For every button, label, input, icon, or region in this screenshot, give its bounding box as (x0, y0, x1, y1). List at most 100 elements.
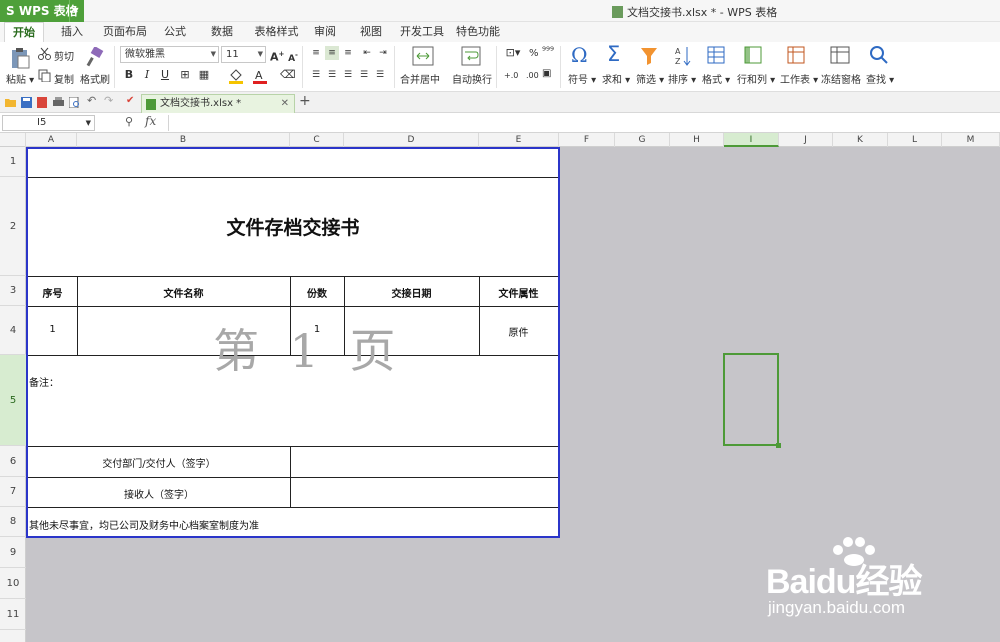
format-painter-button[interactable]: 格式刷 (80, 71, 110, 86)
redo-icon[interactable]: ↷ (104, 94, 115, 107)
column-header[interactable]: F (559, 133, 615, 147)
close-tab-icon[interactable]: ✕ (281, 95, 289, 113)
copy-button[interactable]: 复制 (54, 71, 74, 86)
number-format-icon[interactable]: ⊡▾ (503, 46, 523, 60)
font-size-select[interactable]: 11 ▼ (221, 46, 266, 63)
indent-decrease-icon[interactable]: ⇤ (360, 46, 374, 60)
align-middle-icon[interactable]: ≡ (325, 46, 339, 60)
column-header[interactable]: L (888, 133, 942, 147)
paste-button[interactable]: 粘贴 ▾ (6, 71, 34, 86)
print-preview-icon[interactable] (69, 97, 80, 108)
column-header[interactable]: H (670, 133, 724, 147)
find-button[interactable]: 查找 ▾ (866, 71, 894, 86)
column-header[interactable]: C (290, 133, 344, 147)
row-header[interactable]: 4 (0, 306, 26, 355)
sum-button[interactable]: 求和 ▾ (602, 71, 630, 86)
row-header-active[interactable]: 5 (0, 355, 26, 446)
column-header[interactable]: D (344, 133, 479, 147)
distributed-icon[interactable]: ☰ (373, 68, 387, 82)
tab-insert[interactable]: 插入 (55, 22, 89, 42)
title-bar: S WPS 表格 ▼ 文档交接书.xlsx * - WPS 表格 (0, 0, 1000, 22)
column-header[interactable]: J (779, 133, 833, 147)
percent-button[interactable]: % (529, 48, 539, 59)
row-header[interactable]: 6 (0, 446, 26, 477)
sort-button[interactable]: 排序 ▾ (668, 71, 696, 86)
symbol-button[interactable]: 符号 ▾ (568, 71, 596, 86)
decrease-decimal-button[interactable]: .00 (526, 71, 539, 80)
cell-seq[interactable]: 1 (28, 324, 77, 335)
undo-icon[interactable]: ↶ (87, 94, 98, 107)
save-icon[interactable] (21, 97, 32, 108)
worksheet-button[interactable]: 工作表 ▾ (780, 71, 818, 86)
currency-icon[interactable]: ▣ (542, 68, 551, 79)
font-name-select[interactable]: 微软雅黑 ▼ (120, 46, 219, 63)
bold-icon[interactable]: B (122, 68, 136, 82)
column-header-active[interactable]: I (724, 133, 779, 147)
row-header[interactable]: 11 (0, 599, 26, 630)
align-center-icon[interactable]: ☰ (325, 68, 339, 82)
selected-cell-i5[interactable] (723, 353, 781, 448)
tab-formulas[interactable]: 公式 (160, 22, 190, 42)
open-folder-icon[interactable] (5, 97, 16, 108)
cell-attribute[interactable]: 原件 (479, 324, 558, 339)
column-header[interactable]: G (615, 133, 670, 147)
format-button[interactable]: 格式 ▾ (702, 71, 730, 86)
cell-style-icon[interactable]: ▦ (197, 68, 211, 82)
merge-center-button[interactable]: 合并居中 (400, 71, 440, 86)
justify-icon[interactable]: ☰ (357, 68, 371, 82)
increase-font-icon[interactable]: A+ (270, 47, 284, 64)
freeze-panes-button[interactable]: 冻结窗格 (821, 71, 861, 86)
row-header[interactable]: 10 (0, 568, 26, 599)
column-header[interactable]: B (77, 133, 290, 147)
font-color-icon[interactable]: A (252, 68, 268, 84)
align-right-icon[interactable]: ☰ (341, 68, 355, 82)
insert-function-icon[interactable]: fx (145, 114, 156, 128)
tab-page-layout[interactable]: 页面布局 (100, 22, 150, 42)
row-header[interactable]: 1 (0, 147, 26, 177)
align-left-icon[interactable]: ☰ (309, 68, 323, 82)
export-pdf-icon[interactable] (37, 97, 48, 108)
indent-increase-icon[interactable]: ⇥ (376, 46, 390, 60)
new-tab-icon[interactable]: + (299, 93, 311, 109)
wps-app-menu-button[interactable]: S WPS 表格 ▼ (0, 0, 84, 22)
cut-button[interactable]: 剪切 (54, 48, 74, 63)
tab-review[interactable]: 审阅 (310, 22, 340, 42)
underline-icon[interactable]: U (158, 68, 172, 82)
decrease-font-icon[interactable]: A- (286, 48, 300, 64)
svg-text:A: A (255, 69, 263, 82)
borders-icon[interactable]: ⊞ (178, 68, 192, 82)
align-top-icon[interactable]: ≡ (309, 46, 323, 60)
document-tab[interactable]: 文档交接书.xlsx * ✕ (141, 94, 295, 113)
filter-button[interactable]: 筛选 ▾ (636, 71, 664, 86)
print-icon[interactable] (53, 97, 64, 108)
formula-input[interactable] (168, 115, 998, 131)
tab-table-style[interactable]: 表格样式 (249, 22, 304, 42)
wrap-text-button[interactable]: 自动换行 (452, 71, 492, 86)
row-header[interactable]: 9 (0, 537, 26, 568)
fill-color-icon[interactable] (228, 68, 244, 84)
name-box[interactable]: I5 ▼ (2, 115, 95, 131)
column-header[interactable]: M (942, 133, 1000, 147)
align-bottom-icon[interactable]: ≡ (341, 46, 355, 60)
row-header[interactable]: 3 (0, 276, 26, 306)
tab-special[interactable]: 特色功能 (454, 22, 502, 42)
tab-home[interactable]: 开始 (4, 22, 44, 42)
zoom-magnifier-icon[interactable]: ⚲ (125, 115, 133, 128)
tab-view[interactable]: 视图 (356, 22, 386, 42)
increase-decimal-button[interactable]: +.0 (504, 71, 518, 80)
spell-check-icon[interactable]: ✔ (126, 95, 137, 106)
select-all-corner[interactable] (0, 133, 26, 147)
italic-icon[interactable]: I (140, 68, 154, 82)
column-header[interactable]: A (26, 133, 77, 147)
row-header[interactable]: 8 (0, 507, 26, 537)
comma-style-icon[interactable]: ⁹⁹⁹ (542, 46, 554, 57)
clear-format-icon[interactable]: ⌫ (280, 68, 296, 82)
row-header[interactable]: 2 (0, 177, 26, 276)
tab-developer[interactable]: 开发工具 (398, 22, 446, 42)
column-header[interactable]: E (479, 133, 559, 147)
tab-data[interactable]: 数据 (207, 22, 237, 42)
row-column-button[interactable]: 行和列 ▾ (737, 71, 775, 86)
row-header[interactable]: 7 (0, 477, 26, 507)
column-header[interactable]: K (833, 133, 888, 147)
fill-handle[interactable] (776, 443, 781, 448)
